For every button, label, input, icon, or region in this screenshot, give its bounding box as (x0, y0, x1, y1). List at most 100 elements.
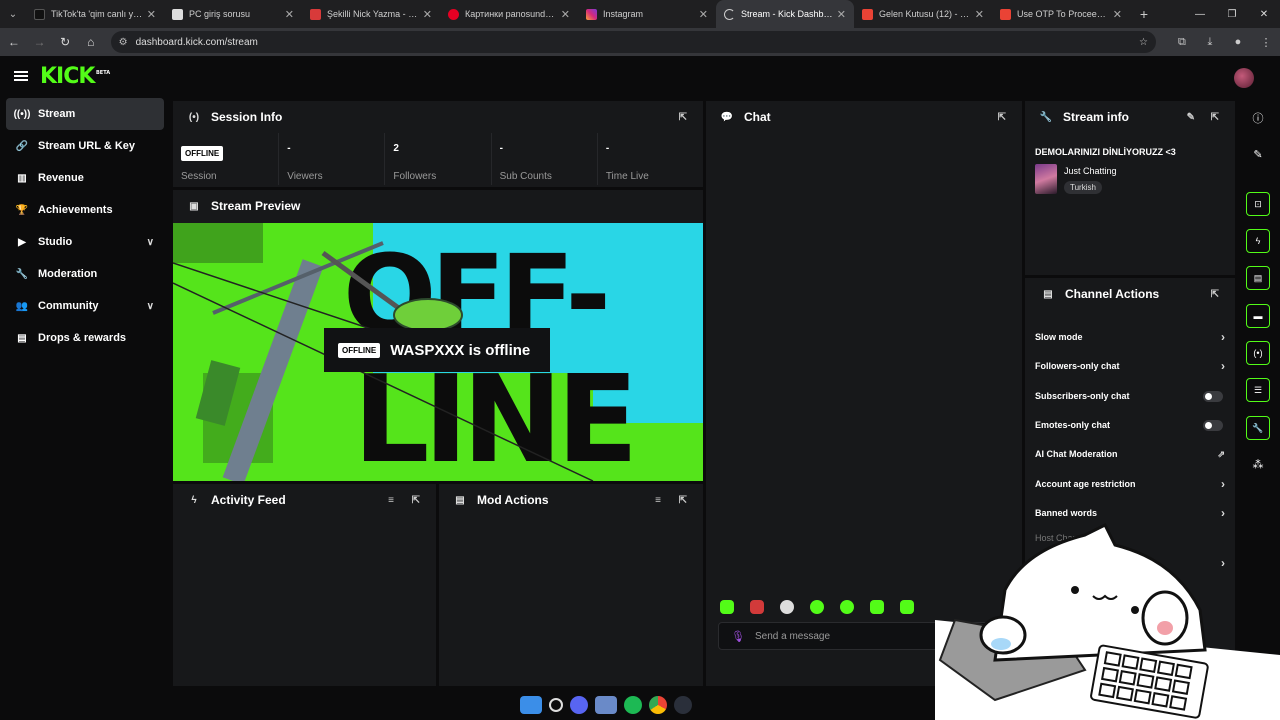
profile-icon[interactable]: ● (1224, 36, 1252, 49)
close-icon[interactable]: ✕ (975, 8, 984, 21)
search-icon[interactable] (549, 698, 563, 712)
sidebar-item-drops-rewards[interactable]: ▤ Drops & rewards (6, 322, 164, 354)
close-icon[interactable]: ✕ (1113, 8, 1122, 21)
sidebar-item-achievements[interactable]: 🏆 Achievements (6, 194, 164, 226)
spotify-icon[interactable] (624, 696, 642, 714)
slow-mode-row[interactable]: Slow mode › (1035, 327, 1225, 347)
apps-icon[interactable]: ⁂ (1246, 452, 1270, 476)
address-bar[interactable]: ⚙ dashboard.kick.com/stream ☆ (110, 31, 1156, 53)
offline-badge: OFFLINE (181, 146, 224, 161)
beta-badge: BETA (96, 70, 111, 76)
filter-icon[interactable]: ≡ (388, 495, 394, 506)
sidebar-item-studio[interactable]: ▶ Studio ∨ (6, 226, 164, 258)
session-stats: OFFLINE Session - Viewers 2 Followers - Sub … (173, 133, 703, 185)
chevron-right-icon: › (1221, 477, 1225, 491)
browser-tab[interactable]: Instagram ✕ (578, 0, 716, 28)
emote-icon[interactable] (840, 600, 854, 614)
close-icon[interactable]: ✕ (147, 8, 156, 21)
emote-icon[interactable] (780, 600, 794, 614)
emote-icon[interactable] (720, 600, 734, 614)
reload-icon[interactable]: ↻ (53, 30, 77, 54)
chat-bubble-icon[interactable]: ▬ (1246, 304, 1270, 328)
popout-icon[interactable]: ⇱ (679, 112, 687, 123)
popout-icon[interactable]: ⇱ (679, 495, 687, 506)
emotes-only-toggle[interactable] (1203, 419, 1223, 431)
back-icon[interactable]: ← (2, 30, 26, 54)
minimize-icon[interactable]: — (1184, 0, 1216, 28)
url-text: dashboard.kick.com/stream (135, 36, 258, 48)
close-icon[interactable]: ✕ (837, 8, 846, 21)
new-tab-button[interactable]: + (1130, 6, 1158, 22)
discord-icon[interactable] (570, 696, 588, 714)
home-icon[interactable]: ⌂ (79, 30, 103, 54)
browser-tab[interactable]: TikTok'ta 'qim canlı yayın ✕ (26, 0, 164, 28)
maximize-icon[interactable]: ❐ (1216, 0, 1248, 28)
extensions-icon[interactable]: ⧉ (1168, 36, 1196, 49)
stat-followers: 2 Followers (385, 133, 492, 185)
sidebar-item-community[interactable]: 👥 Community ∨ (6, 290, 164, 322)
popout-icon[interactable]: ⇱ (1211, 112, 1219, 123)
sidebar-item-revenue[interactable]: ▥ Revenue (6, 162, 164, 194)
browser-tab[interactable]: Gelen Kutusu (12) - wasp✕ (854, 0, 992, 28)
subscribers-only-toggle[interactable] (1203, 390, 1223, 402)
video-icon: ▶ (18, 236, 26, 248)
bookmark-star-icon[interactable]: ☆ (1139, 37, 1148, 48)
download-icon[interactable]: ⤓ (1196, 36, 1224, 49)
chrome-icon[interactable] (649, 696, 667, 714)
stream-preview-panel: ▣ Stream Preview (173, 190, 703, 223)
tab-search-icon[interactable]: ⌄ (0, 0, 26, 28)
site-settings-icon[interactable]: ⚙ (119, 37, 128, 48)
kick-logo[interactable]: KICK BETA (40, 64, 110, 89)
wrench-icon: 🔧 (15, 268, 29, 280)
focus-icon[interactable]: ⊡ (1246, 192, 1270, 216)
broadcast-icon[interactable]: (•) (1246, 341, 1270, 365)
site-icon (172, 8, 183, 20)
browser-tab-active[interactable]: Stream - Kick Dashboard ✕ (716, 0, 854, 28)
emote-icon[interactable] (870, 600, 884, 614)
ai-chat-moderation-row[interactable]: AI Chat Moderation ⇗ (1035, 444, 1225, 464)
popout-icon[interactable]: ⇱ (998, 112, 1006, 123)
wrench-icon[interactable]: 🔧 (1246, 416, 1270, 440)
browser-tab[interactable]: PC giriş sorusu ✕ (164, 0, 302, 28)
browser-tab[interactable]: Картинки panosundaki Pi✕ (440, 0, 578, 28)
sidebar-item-stream[interactable]: ((•)) Stream (6, 98, 164, 130)
hamburger-menu-icon[interactable] (14, 71, 28, 81)
settings-app-icon[interactable] (595, 696, 617, 714)
microphone-icon[interactable]: 🎙 (731, 630, 745, 643)
chevron-right-icon: › (1221, 506, 1225, 520)
browser-tab[interactable]: Use OTP To Proceed - wa✕ (992, 0, 1130, 28)
edit-pencil-icon[interactable]: ✎ (1246, 142, 1270, 166)
followers-only-chat-row[interactable]: Followers-only chat › (1035, 356, 1225, 376)
close-icon[interactable]: ✕ (561, 8, 570, 21)
popout-icon[interactable]: ⇱ (412, 495, 420, 506)
layout-icon[interactable]: ☰ (1246, 378, 1270, 402)
popout-icon[interactable]: ⇱ (1211, 289, 1219, 300)
sidebar-item-stream-url-key[interactable]: 🔗 Stream URL & Key (6, 130, 164, 162)
edit-pencil-icon[interactable]: ✎ (1187, 112, 1195, 123)
emote-icon[interactable] (900, 600, 914, 614)
browser-toolbar: ← → ↻ ⌂ ⚙ dashboard.kick.com/stream ☆ ⧉ … (0, 28, 1280, 56)
instagram-icon (586, 8, 597, 20)
subscribers-only-chat-row: Subscribers-only chat (1035, 386, 1225, 406)
windows-start-icon[interactable] (520, 696, 542, 714)
info-icon[interactable]: ⓘ (1246, 106, 1270, 130)
browser-tab[interactable]: Şekilli Nick Yazma - Şekilli✕ (302, 0, 440, 28)
close-icon[interactable]: ✕ (423, 8, 432, 21)
close-window-icon[interactable]: ✕ (1248, 0, 1280, 28)
clipboard-icon[interactable]: ▤ (1246, 266, 1270, 290)
forward-icon[interactable]: → (28, 30, 52, 54)
avatar[interactable] (1234, 68, 1254, 88)
bolt-icon[interactable]: ϟ (1246, 229, 1270, 253)
close-icon[interactable]: ✕ (699, 8, 708, 21)
category-name[interactable]: Just Chatting (1064, 166, 1117, 176)
steam-icon[interactable] (674, 696, 692, 714)
sidebar-item-moderation[interactable]: 🔧 Moderation (6, 258, 164, 290)
filter-icon[interactable]: ≡ (655, 495, 661, 506)
emote-icon[interactable] (750, 600, 764, 614)
emote-icon[interactable] (810, 600, 824, 614)
close-icon[interactable]: ✕ (285, 8, 294, 21)
tiktok-icon (34, 8, 45, 20)
menu-icon[interactable]: ⋮ (1252, 36, 1280, 49)
pinterest-icon (448, 8, 459, 20)
account-age-restriction-row[interactable]: Account age restriction › (1035, 474, 1225, 494)
